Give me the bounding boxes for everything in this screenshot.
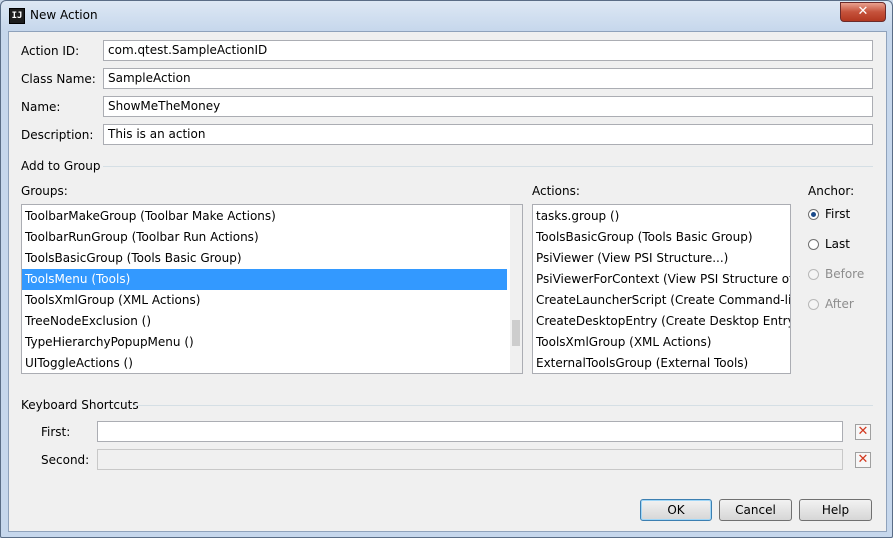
action-list-item[interactable]: ExternalToolsGroup (External Tools): [533, 353, 790, 373]
anchor-radio-label: After: [825, 297, 854, 311]
radio-icon[interactable]: [808, 269, 819, 280]
clear-second-shortcut-icon[interactable]: ✕: [855, 452, 871, 468]
group-list-item[interactable]: UIToggleActions (): [22, 353, 507, 373]
group-list-item[interactable]: ToolbarRunGroup (Toolbar Run Actions): [22, 227, 507, 248]
group-list-item[interactable]: ToolsMenu (Tools): [22, 269, 507, 290]
groups-list[interactable]: ToolbarMakeGroup (Toolbar Make Actions) T…: [21, 204, 523, 374]
radio-icon[interactable]: [808, 299, 819, 310]
section-divider: [103, 166, 873, 167]
group-list-item[interactable]: ToolbarMakeGroup (Toolbar Make Actions): [22, 206, 507, 227]
second-shortcut-label: Second:: [41, 453, 90, 467]
group-list-item[interactable]: ToolsXmlGroup (XML Actions): [22, 290, 507, 311]
first-shortcut-field[interactable]: [97, 421, 843, 442]
description-field[interactable]: This is an action: [103, 124, 873, 145]
section-divider: [133, 405, 873, 406]
dialog-content: Action ID: com.qtest.SampleActionID Clas…: [8, 31, 887, 532]
action-id-field[interactable]: com.qtest.SampleActionID: [103, 40, 873, 61]
help-button[interactable]: Help: [799, 499, 872, 521]
actions-list[interactable]: tasks.group () ToolsBasicGroup (Tools Bas…: [532, 204, 791, 374]
name-label: Name:: [21, 100, 61, 114]
action-list-item[interactable]: ToolsXmlGroup (XML Actions): [533, 332, 790, 353]
anchor-radio-label: Last: [825, 237, 850, 251]
close-window-button[interactable]: ✕: [840, 2, 886, 22]
action-list-item[interactable]: PsiViewer (View PSI Structure...): [533, 248, 790, 269]
title-bar[interactable]: IJ New Action ✕: [1, 1, 892, 31]
group-list-item[interactable]: TypeHierarchyPopupMenu (): [22, 332, 507, 353]
action-list-item[interactable]: tasks.group (): [533, 206, 790, 227]
action-list-item[interactable]: ToolsBasicGroup (Tools Basic Group): [533, 227, 790, 248]
group-list-item[interactable]: TreeNodeExclusion (): [22, 311, 507, 332]
intellij-app-icon: IJ: [9, 8, 25, 24]
radio-icon[interactable]: [808, 209, 819, 220]
window-title: New Action: [30, 8, 98, 22]
first-shortcut-label: First:: [41, 425, 71, 439]
anchor-label: Anchor:: [808, 184, 855, 198]
second-shortcut-field[interactable]: [97, 449, 843, 470]
anchor-radio-label: First: [825, 207, 851, 221]
action-list-item[interactable]: CreateDesktopEntry (Create Desktop Entry…: [533, 311, 790, 332]
new-action-dialog: IJ New Action ✕ Action ID: com.qtest.Sam…: [0, 0, 893, 538]
clear-first-shortcut-icon[interactable]: ✕: [855, 424, 871, 440]
actions-label: Actions:: [532, 184, 580, 198]
keyboard-shortcuts-section-label: Keyboard Shortcuts: [21, 398, 139, 412]
ok-button[interactable]: OK: [640, 499, 712, 521]
groups-scrollbar-thumb[interactable]: [512, 320, 520, 346]
class-name-field[interactable]: SampleAction: [103, 68, 873, 89]
radio-icon[interactable]: [808, 239, 819, 250]
groups-scrollbar[interactable]: [510, 205, 522, 373]
action-list-item[interactable]: CreateLauncherScript (Create Command-lin…: [533, 290, 790, 311]
class-name-label: Class Name:: [21, 72, 96, 86]
name-field[interactable]: ShowMeTheMoney: [103, 96, 873, 117]
groups-label: Groups:: [21, 184, 68, 198]
cancel-button[interactable]: Cancel: [719, 499, 792, 521]
action-id-label: Action ID:: [21, 44, 80, 58]
description-label: Description:: [21, 128, 94, 142]
add-to-group-section-label: Add to Group: [21, 159, 101, 173]
action-list-item[interactable]: PsiViewerForContext (View PSI Structure …: [533, 269, 790, 290]
group-list-item[interactable]: ToolsBasicGroup (Tools Basic Group): [22, 248, 507, 269]
anchor-radio-label: Before: [825, 267, 865, 281]
